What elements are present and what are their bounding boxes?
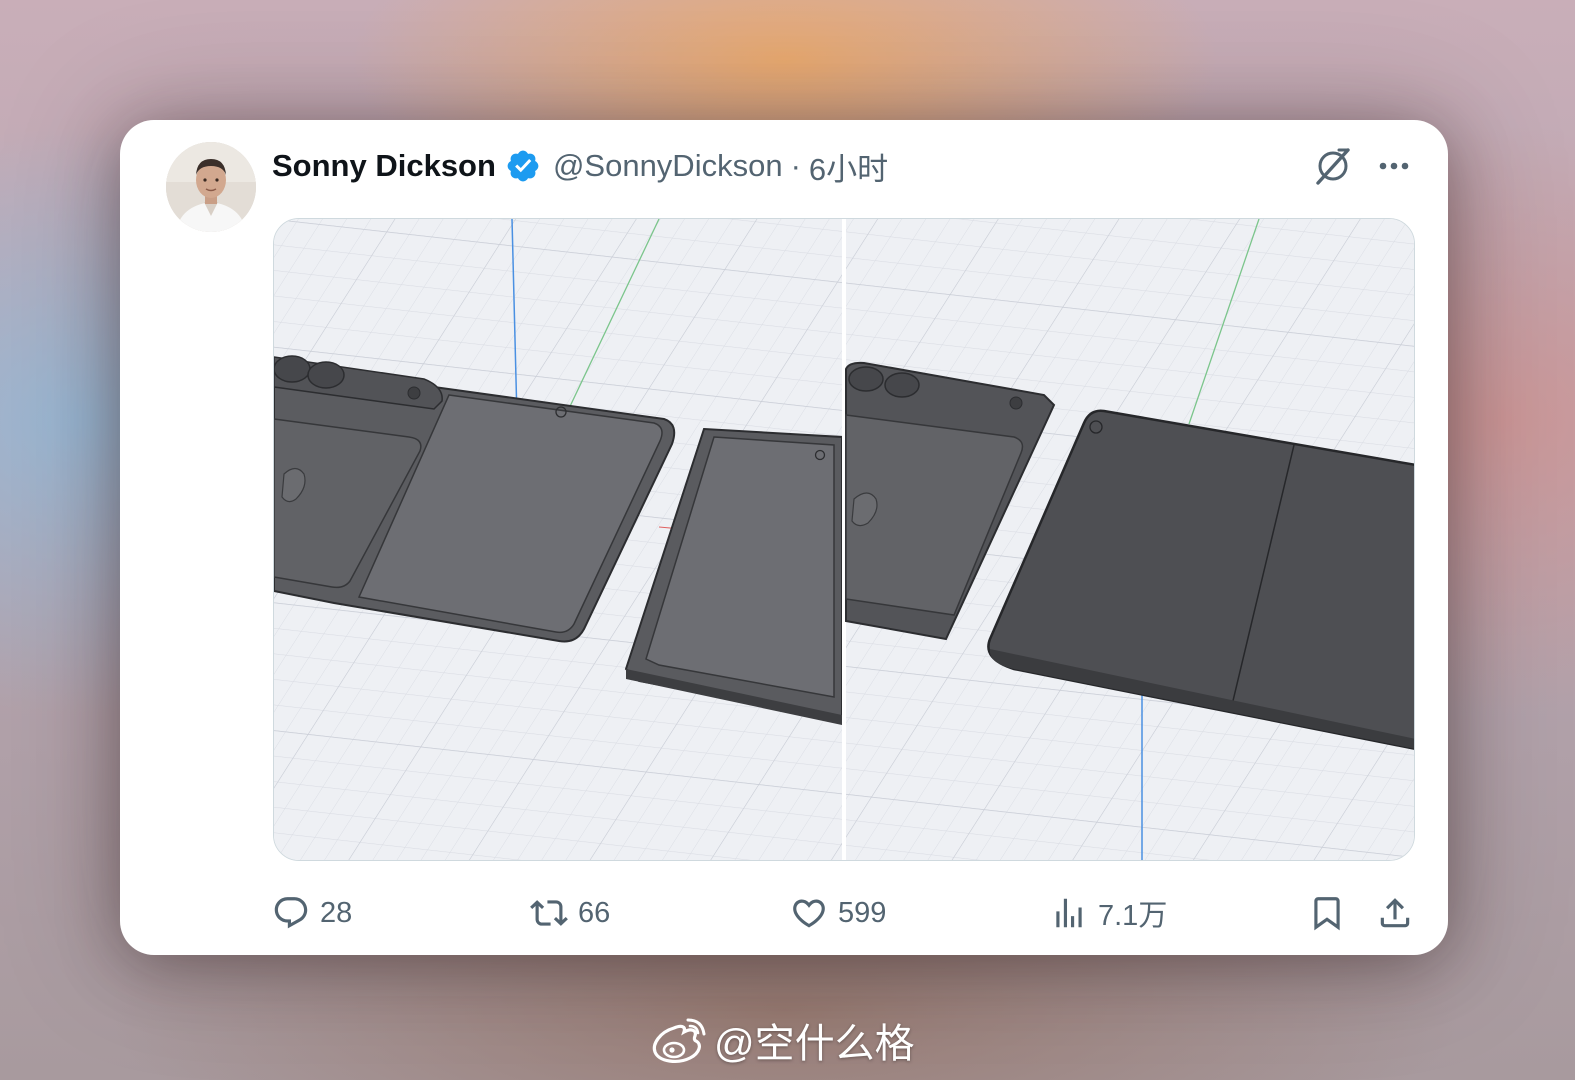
grok-icon[interactable] [1312, 145, 1354, 187]
tweet-header: Sonny Dickson @SonnyDickson · 6小时 [272, 144, 888, 189]
bookmark-button[interactable] [1308, 888, 1346, 938]
reply-count: 28 [320, 896, 353, 929]
like-count: 599 [838, 896, 887, 929]
watermark-text: @空什么格 [714, 1022, 915, 1066]
retweet-icon [530, 900, 568, 926]
author-name[interactable]: Sonny Dickson [272, 148, 496, 184]
media-grid[interactable] [273, 218, 1415, 861]
views-count: 7.1万 [1098, 900, 1168, 932]
reply-icon [274, 897, 308, 929]
weibo-watermark: @空什么格 [650, 1012, 915, 1068]
verified-badge-icon [505, 148, 541, 184]
media-image-right[interactable] [845, 219, 1415, 861]
views-icon [1056, 898, 1082, 928]
tweet-actions: 28 66 599 7.1万 [272, 888, 1422, 938]
views-button[interactable]: 7.1万 [1050, 888, 1167, 938]
timestamp[interactable]: 6小时 [809, 144, 888, 189]
author-handle[interactable]: @SonnyDickson [553, 148, 783, 184]
heart-icon [793, 899, 825, 928]
share-button[interactable] [1376, 888, 1414, 938]
avatar-image [166, 142, 256, 232]
more-options-icon[interactable] [1374, 148, 1414, 184]
bookmark-icon [1314, 897, 1340, 931]
tweet-card[interactable]: Sonny Dickson @SonnyDickson · 6小时 28 66 … [120, 120, 1448, 955]
share-icon [1380, 898, 1410, 928]
reply-button[interactable]: 28 [272, 888, 352, 938]
weibo-icon [652, 1018, 706, 1063]
like-button[interactable]: 599 [790, 888, 886, 938]
media-image-left[interactable] [274, 219, 843, 861]
separator-dot: · [790, 148, 801, 183]
avatar[interactable] [166, 142, 256, 232]
retweet-button[interactable]: 66 [530, 888, 610, 938]
retweet-count: 66 [578, 896, 611, 929]
